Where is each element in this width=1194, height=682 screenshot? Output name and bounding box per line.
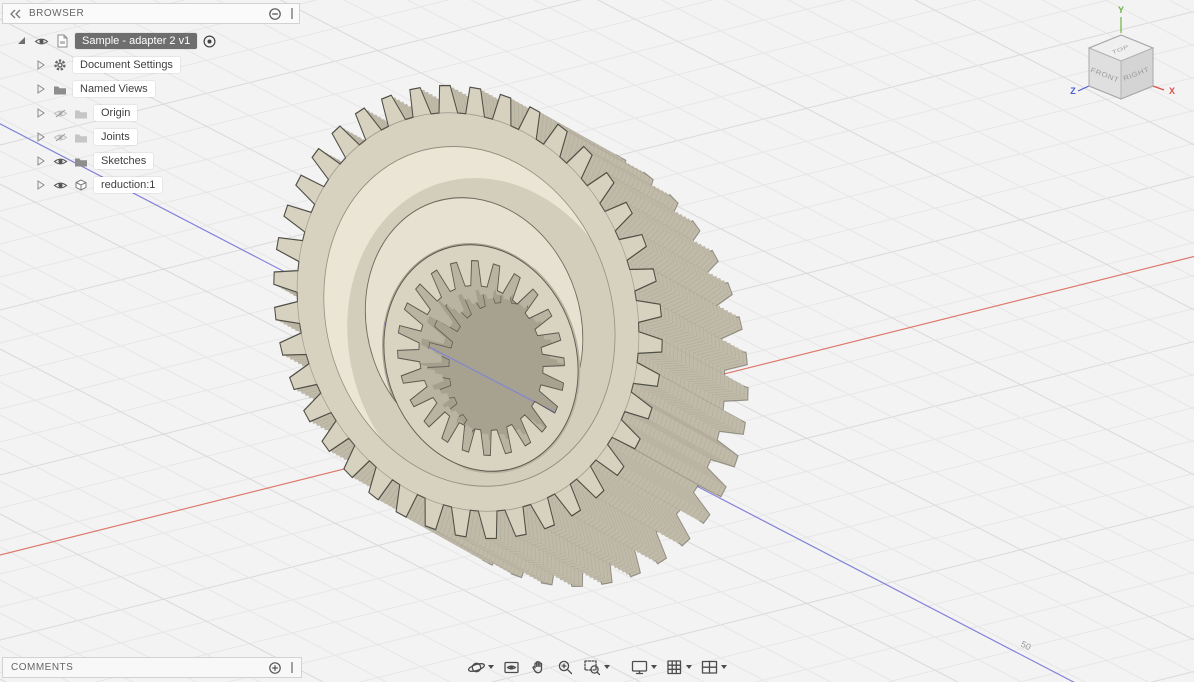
- axis-tick-label: 50: [1019, 639, 1032, 652]
- visibility-eye-icon[interactable]: [33, 36, 49, 47]
- panel-drag-grip[interactable]: [291, 8, 293, 19]
- dropdown-caret-icon[interactable]: [686, 665, 692, 669]
- collapse-panel-icon[interactable]: [9, 8, 23, 20]
- look-at-button[interactable]: [498, 655, 525, 679]
- comments-panel-header[interactable]: COMMENTS: [2, 657, 302, 678]
- orbit-button[interactable]: [463, 655, 498, 679]
- visibility-eye-icon[interactable]: [52, 156, 68, 167]
- document-icon: [54, 34, 70, 48]
- viewcube-x-axis-line: [1152, 85, 1165, 91]
- activate-component-radio-icon[interactable]: [202, 34, 217, 49]
- tree-row-document-settings[interactable]: Document Settings: [2, 53, 300, 77]
- panel-display-mode-icon[interactable]: [268, 7, 282, 21]
- tree-label[interactable]: Named Views: [73, 81, 155, 97]
- folder-icon: [73, 156, 89, 167]
- tree-row-reduction-component[interactable]: reduction:1: [2, 173, 300, 197]
- grid-and-snaps-button[interactable]: [661, 655, 696, 679]
- dropdown-caret-icon[interactable]: [721, 665, 727, 669]
- visibility-eye-off-icon[interactable]: [52, 108, 68, 119]
- tree-label[interactable]: Origin: [94, 105, 138, 121]
- tree-row-named-views[interactable]: Named Views: [2, 77, 300, 101]
- component-cube-icon: [73, 178, 89, 192]
- visibility-eye-off-icon[interactable]: [52, 132, 68, 143]
- comments-panel-title: COMMENTS: [11, 662, 74, 673]
- tree-label[interactable]: Sample - adapter 2 v1: [75, 33, 198, 49]
- expand-arrow-icon[interactable]: [34, 179, 47, 191]
- folder-icon: [73, 132, 89, 143]
- folder-icon: [52, 84, 68, 95]
- dropdown-caret-icon[interactable]: [488, 665, 494, 669]
- tree-label[interactable]: Document Settings: [73, 57, 180, 73]
- viewcube-x-label: X: [1169, 86, 1175, 96]
- gear-model[interactable]: [216, 35, 805, 638]
- look-at-icon: [504, 661, 519, 673]
- viewcube-z-axis-line: [1077, 85, 1090, 92]
- fit-icon: [584, 659, 601, 675]
- expand-arrow-icon[interactable]: [34, 107, 47, 119]
- viewcube-y-label: Y: [1118, 5, 1124, 15]
- dropdown-caret-icon[interactable]: [651, 665, 657, 669]
- folder-icon: [73, 108, 89, 119]
- fusion-360-canvas-window: { "browser": { "title": "BROWSER", "rows…: [0, 0, 1194, 682]
- tree-label[interactable]: Sketches: [94, 153, 154, 169]
- dropdown-caret-icon[interactable]: [604, 665, 610, 669]
- orbit-icon: [467, 662, 486, 672]
- viewports-button[interactable]: [696, 655, 731, 679]
- zoom-icon: [558, 660, 573, 674]
- zoom-button[interactable]: [552, 655, 579, 679]
- expand-arrow-icon[interactable]: [34, 155, 47, 167]
- visibility-eye-icon[interactable]: [52, 180, 68, 191]
- tree-row-root-component[interactable]: Sample - adapter 2 v1: [2, 29, 300, 53]
- pan-button[interactable]: [525, 655, 552, 679]
- grid-icon: [667, 659, 682, 674]
- expand-arrow-icon[interactable]: [15, 35, 28, 47]
- tree-row-sketches[interactable]: Sketches: [2, 149, 300, 173]
- viewports-icon: [701, 660, 718, 674]
- display-settings-icon: [631, 660, 648, 674]
- browser-tree: Sample - adapter 2 v1 Document Settings …: [2, 29, 300, 197]
- tree-row-origin[interactable]: Origin: [2, 101, 300, 125]
- tree-label[interactable]: reduction:1: [94, 177, 163, 193]
- expand-arrow-icon[interactable]: [34, 59, 47, 71]
- fit-button[interactable]: [579, 655, 614, 679]
- panel-drag-grip[interactable]: [291, 662, 293, 673]
- browser-panel-title: BROWSER: [29, 8, 85, 19]
- browser-panel-header: BROWSER: [2, 3, 300, 24]
- tree-label[interactable]: Joints: [94, 129, 137, 145]
- navigation-toolbar: [463, 655, 731, 679]
- view-cube[interactable]: TOP FRONT RIGHT Y Z X: [1064, 2, 1188, 120]
- gear-icon: [52, 58, 68, 72]
- viewcube-z-label: Z: [1070, 86, 1076, 96]
- display-settings-button[interactable]: [626, 655, 661, 679]
- tree-row-joints[interactable]: Joints: [2, 125, 300, 149]
- add-comment-icon[interactable]: [268, 661, 282, 675]
- pan-hand-icon: [532, 660, 543, 673]
- expand-arrow-icon[interactable]: [34, 83, 47, 95]
- expand-arrow-icon[interactable]: [34, 131, 47, 143]
